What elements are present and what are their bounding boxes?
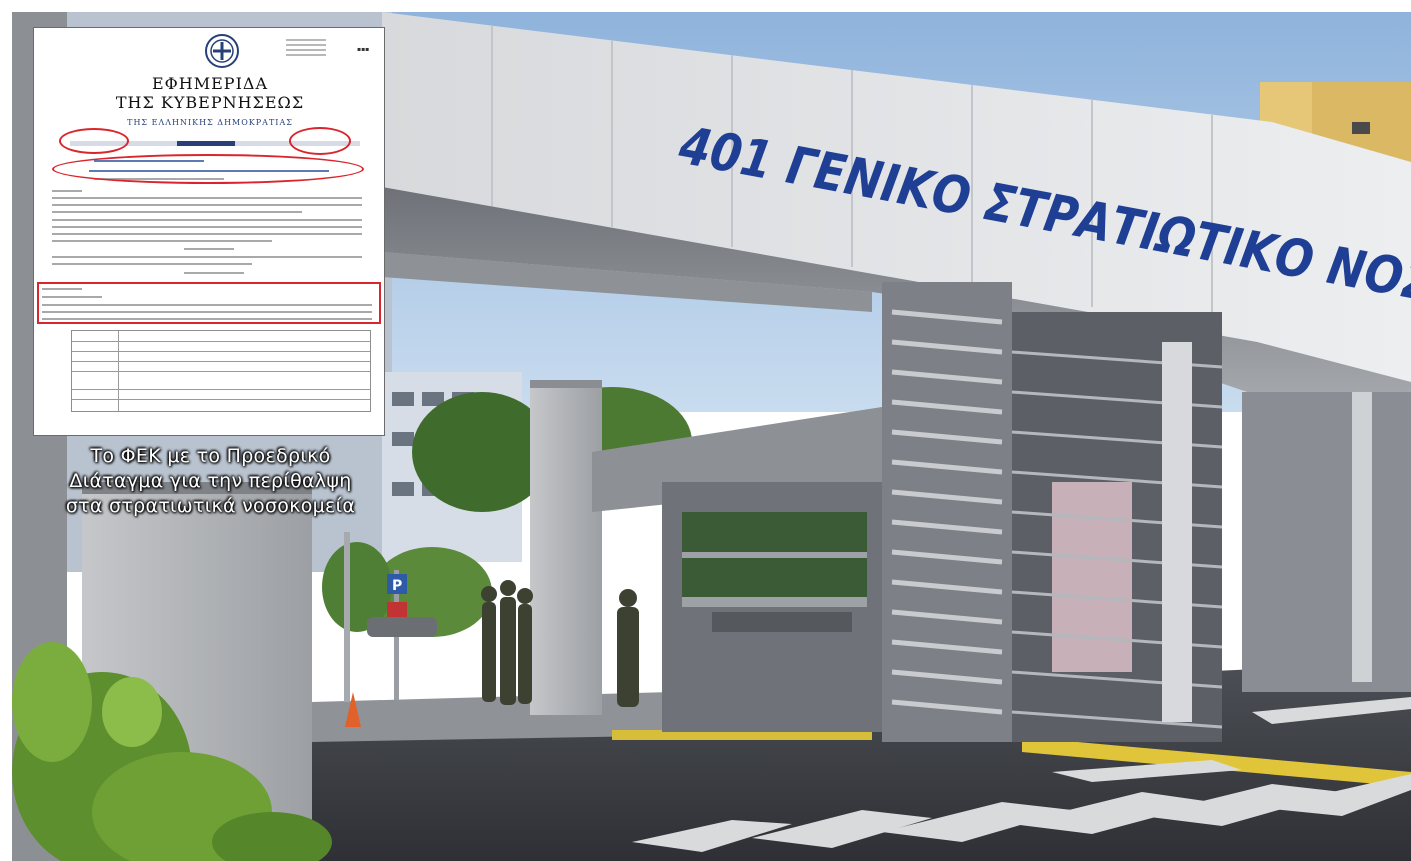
greek-coat-of-arms-icon [205, 34, 239, 68]
caption-line3: στα στρατιωτικά νοσοκομεία [65, 495, 356, 517]
caption-line2: Διάταγμα για την περίθαλψη [69, 470, 352, 492]
gazette-document-inset: ▪▪▪ ΕΦΗΜΕΡΙΔΑ ΤΗΣ ΚΥΒΕΡΝΗΣΕΩΣ ΤΗΣ ΕΛΛΗΝΙ… [33, 27, 385, 436]
gazette-issue-mark: ▪▪▪ [357, 46, 370, 53]
gazette-issue-bar-label [177, 141, 235, 146]
title-highlight-ellipse [52, 154, 364, 184]
gazette-title-line1: ΕΦΗΜΕΡΙΔΑ [151, 74, 268, 93]
parked-car [367, 617, 437, 637]
news-photo: 401 ΓΕΝΙΚΟ ΣΤΡΑΤΙΩΤΙΚΟ ΝΟΣΟΚΟΜΕΙΟ ΑΘΗΝΩΝ [0, 0, 1411, 861]
gazette-header-meta [286, 36, 326, 59]
photo-caption: Το ΦΕΚ με το Προεδρικό Διάταγμα για την … [25, 444, 396, 519]
caption-line1: Το ΦΕΚ με το Προεδρικό [90, 445, 331, 467]
gazette-contents-table [71, 330, 371, 412]
date-highlight-circle [59, 128, 129, 154]
svg-text:P: P [392, 578, 402, 594]
gazette-title-line3: ΤΗΣ ΕΛΛΗΝΙΚΗΣ ΔΗΜΟΚΡΑΤΙΑΣ [127, 118, 293, 127]
middle-column [530, 380, 602, 715]
article-highlight-box [37, 282, 381, 324]
louvred-column [882, 282, 1012, 742]
issue-number-highlight-circle [289, 127, 351, 155]
gazette-title-line2: ΤΗΣ ΚΥΒΕΡΝΗΣΕΩΣ [115, 93, 305, 112]
